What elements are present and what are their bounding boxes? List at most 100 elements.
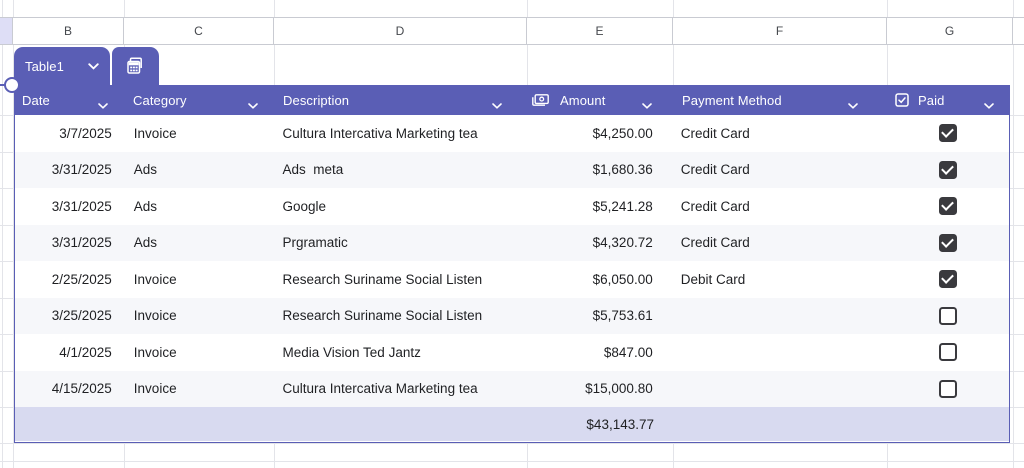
table-name-tab: Table1 — [14, 47, 159, 85]
cell-date[interactable]: 3/31/2025 — [15, 188, 125, 225]
table-row: 4/1/2025 Invoice Media Vision Ted Jantz … — [15, 334, 1009, 371]
cell-category[interactable]: Invoice — [125, 115, 275, 152]
paid-checkbox[interactable] — [939, 197, 957, 215]
cell-paid[interactable] — [886, 152, 1009, 189]
cell-category[interactable]: Invoice — [125, 371, 275, 408]
table-total-row: $43,143.77 — [15, 407, 1009, 441]
table-row: 2/25/2025 Invoice Research Suriname Soci… — [15, 261, 1009, 298]
cell-category[interactable]: Invoice — [125, 298, 275, 335]
cell-date[interactable]: 3/25/2025 — [15, 298, 125, 335]
header-category[interactable]: Category — [125, 85, 275, 115]
table-selection-handle[interactable] — [4, 77, 20, 93]
column-header-c[interactable]: C — [124, 18, 274, 44]
cell-category[interactable]: Ads — [125, 225, 275, 262]
cell-payment-method[interactable]: Debit Card — [673, 261, 887, 298]
cell-amount[interactable]: $4,250.00 — [527, 115, 673, 152]
total-amount-cell[interactable]: $43,143.77 — [528, 407, 674, 441]
cell-date[interactable]: 2/25/2025 — [15, 261, 125, 298]
column-header-b[interactable]: B — [13, 18, 124, 44]
cell-paid[interactable] — [886, 225, 1009, 262]
cell-description[interactable]: Research Suriname Social Listen — [275, 298, 527, 335]
cell-payment-method[interactable]: Credit Card — [673, 188, 887, 225]
cell-date[interactable]: 4/15/2025 — [15, 371, 125, 408]
cell-amount[interactable]: $5,241.28 — [527, 188, 673, 225]
cell-payment-method[interactable]: Credit Card — [673, 152, 887, 189]
column-header-h-sliver[interactable] — [1013, 18, 1024, 44]
header-amount[interactable]: Amount — [528, 85, 674, 115]
cell-description[interactable]: Research Suriname Social Listen — [275, 261, 527, 298]
column-letter: F — [776, 24, 783, 38]
column-header-e[interactable]: E — [527, 18, 673, 44]
column-header-d[interactable]: D — [274, 18, 527, 44]
table-options-button[interactable] — [112, 47, 159, 85]
header-description[interactable]: Description — [275, 85, 528, 115]
cell-date[interactable]: 3/31/2025 — [15, 225, 125, 262]
cell-category[interactable]: Ads — [125, 152, 275, 189]
paid-checkbox[interactable] — [939, 380, 957, 398]
cell-amount[interactable]: $6,050.00 — [527, 261, 673, 298]
cell-payment-method[interactable] — [673, 298, 887, 335]
column-header-a-sliver[interactable] — [0, 18, 13, 44]
table-row: 3/31/2025 Ads Ads meta $1,680.36 Credit … — [15, 152, 1009, 189]
cell-date[interactable]: 3/31/2025 — [15, 152, 125, 189]
chevron-down-icon[interactable] — [492, 97, 502, 112]
header-label: Amount — [560, 93, 605, 108]
gridline — [1013, 0, 1014, 468]
cell-description[interactable]: Cultura Intercativa Marketing tea — [275, 371, 527, 408]
chevron-down-icon[interactable] — [848, 97, 858, 112]
paid-checkbox[interactable] — [939, 161, 957, 179]
cell-payment-method[interactable] — [673, 334, 887, 371]
cell-paid[interactable] — [886, 334, 1009, 371]
header-payment-method[interactable]: Payment Method — [674, 85, 888, 115]
cell-category[interactable]: Invoice — [125, 334, 275, 371]
cell-amount[interactable]: $4,320.72 — [527, 225, 673, 262]
cell-amount[interactable]: $5,753.61 — [527, 298, 673, 335]
cell-paid[interactable] — [886, 371, 1009, 408]
header-label: Description — [283, 93, 349, 108]
table-body: 3/7/2025 Invoice Cultura Intercativa Mar… — [15, 115, 1009, 407]
cell-description[interactable]: Prgramatic — [275, 225, 527, 262]
cell-payment-method[interactable]: Credit Card — [673, 115, 887, 152]
column-header-g[interactable]: G — [887, 18, 1013, 44]
column-letter: G — [945, 24, 954, 38]
paid-checkbox[interactable] — [939, 124, 957, 142]
column-letter: B — [64, 24, 72, 38]
cell-paid[interactable] — [886, 115, 1009, 152]
table-row: 3/7/2025 Invoice Cultura Intercativa Mar… — [15, 115, 1009, 152]
cell-category[interactable]: Invoice — [125, 261, 275, 298]
cell-description[interactable]: Media Vision Ted Jantz — [275, 334, 527, 371]
paid-checkbox[interactable] — [939, 270, 957, 288]
header-label: Date — [22, 93, 50, 108]
table-name-button[interactable]: Table1 — [14, 47, 110, 85]
cell-paid[interactable] — [886, 261, 1009, 298]
chevron-down-icon[interactable] — [248, 97, 258, 112]
header-label: Category — [133, 93, 187, 108]
cell-amount[interactable]: $1,680.36 — [527, 152, 673, 189]
header-paid[interactable]: Paid — [888, 85, 1011, 115]
cell-amount[interactable]: $15,000.80 — [527, 371, 673, 408]
column-header-f[interactable]: F — [673, 18, 887, 44]
cell-payment-method[interactable] — [673, 371, 887, 408]
cell-description[interactable]: Cultura Intercativa Marketing tea — [275, 115, 527, 152]
cell-payment-method[interactable]: Credit Card — [673, 225, 887, 262]
cell-paid[interactable] — [886, 298, 1009, 335]
cell-amount[interactable]: $847.00 — [527, 334, 673, 371]
cell-date[interactable]: 3/7/2025 — [15, 115, 125, 152]
cell-date[interactable]: 4/1/2025 — [15, 334, 125, 371]
chevron-down-icon[interactable] — [88, 63, 99, 70]
cell-description[interactable]: Ads meta — [275, 152, 527, 189]
column-letter: D — [396, 24, 405, 38]
column-header-strip: B C D E F G — [0, 17, 1024, 45]
header-label: Payment Method — [682, 93, 782, 108]
currency-icon — [532, 94, 549, 106]
paid-checkbox[interactable] — [939, 343, 957, 361]
paid-checkbox[interactable] — [939, 307, 957, 325]
chevron-down-icon[interactable] — [642, 97, 652, 112]
header-date[interactable]: Date — [15, 85, 125, 115]
cell-category[interactable]: Ads — [125, 188, 275, 225]
paid-checkbox[interactable] — [939, 234, 957, 252]
chevron-down-icon[interactable] — [98, 97, 108, 112]
cell-description[interactable]: Google — [275, 188, 527, 225]
cell-paid[interactable] — [886, 188, 1009, 225]
chevron-down-icon[interactable] — [984, 97, 994, 112]
